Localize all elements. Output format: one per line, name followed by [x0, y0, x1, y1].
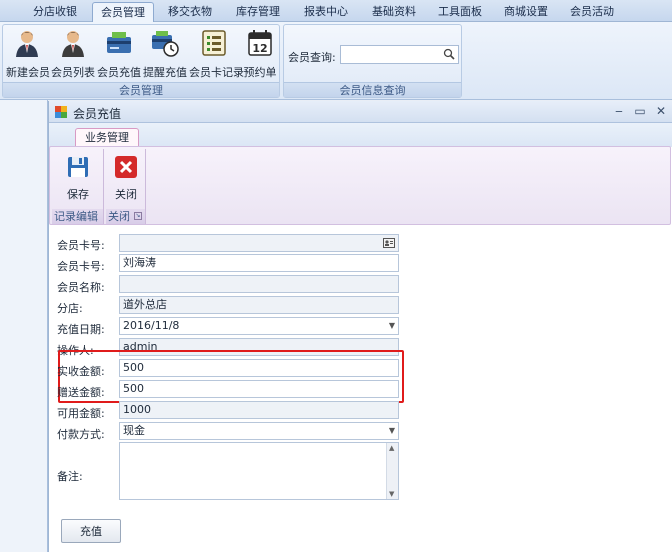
member-recharge-button[interactable]: 会员充值 — [97, 28, 141, 80]
calendar-icon: 12 — [248, 30, 272, 56]
ribbon-group-query-title: 会员信息查询 — [284, 82, 461, 97]
payment-method-select[interactable]: 现金 ▼ — [119, 422, 399, 440]
person-add-icon — [16, 31, 38, 57]
recharge-reminder-button[interactable]: 提醒充值 — [143, 28, 187, 80]
tab-member-activities[interactable]: 会员活动 — [562, 2, 622, 22]
chevron-down-icon[interactable]: ▼ — [389, 423, 395, 439]
left-panel — [0, 100, 48, 552]
recharge-submit-button[interactable]: 充值 — [61, 519, 121, 543]
tab-reports[interactable]: 报表中心 — [296, 2, 356, 22]
tab-mall-settings[interactable]: 商城设置 — [496, 2, 556, 22]
tab-branch-cashier[interactable]: 分店收银 — [22, 2, 88, 22]
record-edit-title: 记录编辑 — [52, 209, 103, 224]
save-icon — [68, 157, 88, 177]
window-app-icon — [55, 106, 67, 118]
branch-label: 分店: — [57, 302, 83, 315]
available-amount-field: 1000 — [119, 401, 399, 419]
dialog-launcher-icon[interactable]: ↘ — [134, 212, 142, 220]
save-label: 保存 — [67, 188, 89, 201]
card-record-button[interactable]: 会员卡记录 — [189, 28, 244, 80]
recharge-date-label: 充值日期: — [57, 323, 105, 336]
recharge-reminder-icon — [152, 31, 179, 57]
recharge-date-value: 2016/11/8 — [123, 319, 180, 332]
id-card-icon[interactable] — [383, 238, 395, 248]
card-lookup-field[interactable] — [119, 234, 399, 252]
close-button[interactable]: 关闭 — [106, 151, 146, 202]
new-member-button[interactable]: 新建会员 — [6, 28, 50, 80]
tab-transfer-clothes[interactable]: 移交衣物 — [160, 2, 220, 22]
window-title-bar: 会员充值 ‒ ▭ ✕ — [49, 101, 672, 123]
payment-method-label: 付款方式: — [57, 428, 105, 441]
member-name-field — [119, 275, 399, 293]
close-group-title-text: 关闭 — [108, 210, 130, 223]
received-amount-label: 实收金额: — [57, 365, 105, 378]
window-tab-strip: 业务管理 — [49, 123, 672, 147]
card-number-field[interactable]: 刘海涛 — [119, 254, 399, 272]
bonus-amount-label: 赠送金额: — [57, 386, 105, 399]
member-list-button[interactable]: 会员列表 — [51, 28, 95, 80]
scroll-up-icon[interactable]: ▲ — [389, 444, 394, 452]
payment-method-value: 现金 — [123, 424, 145, 437]
window-ribbon: 保存 记录编辑 关闭 关闭 ↘ — [49, 146, 671, 225]
person-list-icon — [62, 31, 84, 57]
tab-member-management[interactable]: 会员管理 — [92, 2, 154, 23]
card-lookup-label: 会员卡号: — [57, 239, 105, 252]
available-amount-label: 可用金额: — [57, 407, 105, 420]
search-icon[interactable] — [443, 48, 455, 60]
recharge-date-picker[interactable]: 2016/11/8 ▼ — [119, 317, 399, 335]
card-record-label: 会员卡记录 — [189, 66, 244, 79]
window-close-button[interactable]: ✕ — [654, 104, 668, 118]
reservation-button[interactable]: 12 预约单 — [241, 28, 279, 80]
window-maximize-button[interactable]: ▭ — [633, 104, 647, 118]
new-member-label: 新建会员 — [6, 66, 50, 79]
ribbon-group-member: 新建会员 会员列表 会员充值 提醒充值 会员卡记录 12 预约单 会员管理 — [2, 24, 280, 98]
close-label: 关闭 — [115, 188, 137, 201]
save-button[interactable]: 保存 — [58, 151, 98, 202]
tab-basic-data[interactable]: 基础资料 — [364, 2, 424, 22]
member-recharge-label: 会员充值 — [97, 66, 141, 79]
record-edit-group: 保存 记录编辑 — [52, 149, 104, 224]
tab-tools[interactable]: 工具面板 — [430, 2, 490, 22]
scroll-down-icon[interactable]: ▼ — [389, 490, 394, 498]
recharge-reminder-label: 提醒充值 — [143, 66, 187, 79]
close-icon — [115, 156, 137, 178]
note-scrollbar[interactable]: ▲ ▼ — [386, 443, 398, 499]
member-query-label: 会员查询: — [288, 51, 336, 64]
branch-field: 道外总店 — [119, 296, 399, 314]
tab-inventory[interactable]: 库存管理 — [228, 2, 288, 22]
member-card-icon — [107, 32, 131, 53]
member-query-input[interactable] — [341, 46, 439, 63]
card-record-icon — [202, 30, 226, 56]
close-group-title: 关闭 ↘ — [106, 209, 145, 224]
chevron-down-icon[interactable]: ▼ — [389, 318, 395, 334]
main-menu-bar: 分店收银 会员管理 移交衣物 库存管理 报表中心 基础资料 工具面板 商城设置 … — [0, 0, 672, 23]
reservation-label: 预约单 — [243, 66, 277, 79]
bonus-amount-input[interactable]: 500 — [119, 380, 399, 398]
window-minimize-button[interactable]: ‒ — [612, 104, 626, 118]
card-number-label: 会员卡号: — [57, 260, 105, 273]
note-textarea[interactable]: ▲ ▼ — [119, 442, 399, 500]
member-list-label: 会员列表 — [51, 66, 95, 79]
svg-text:12: 12 — [252, 42, 267, 55]
close-group: 关闭 关闭 ↘ — [106, 149, 146, 224]
ribbon-group-query: 会员查询: 会员信息查询 — [283, 24, 462, 98]
window-title: 会员充值 — [73, 107, 122, 121]
member-name-label: 会员名称: — [57, 281, 105, 294]
member-query-box[interactable] — [340, 45, 459, 64]
ribbon: 新建会员 会员列表 会员充值 提醒充值 会员卡记录 12 预约单 会员管理 会员… — [0, 22, 672, 100]
ribbon-group-member-title: 会员管理 — [3, 82, 279, 97]
tab-business-management[interactable]: 业务管理 — [75, 128, 139, 147]
received-amount-input[interactable]: 500 — [119, 359, 399, 377]
note-label: 备注: — [57, 470, 83, 483]
